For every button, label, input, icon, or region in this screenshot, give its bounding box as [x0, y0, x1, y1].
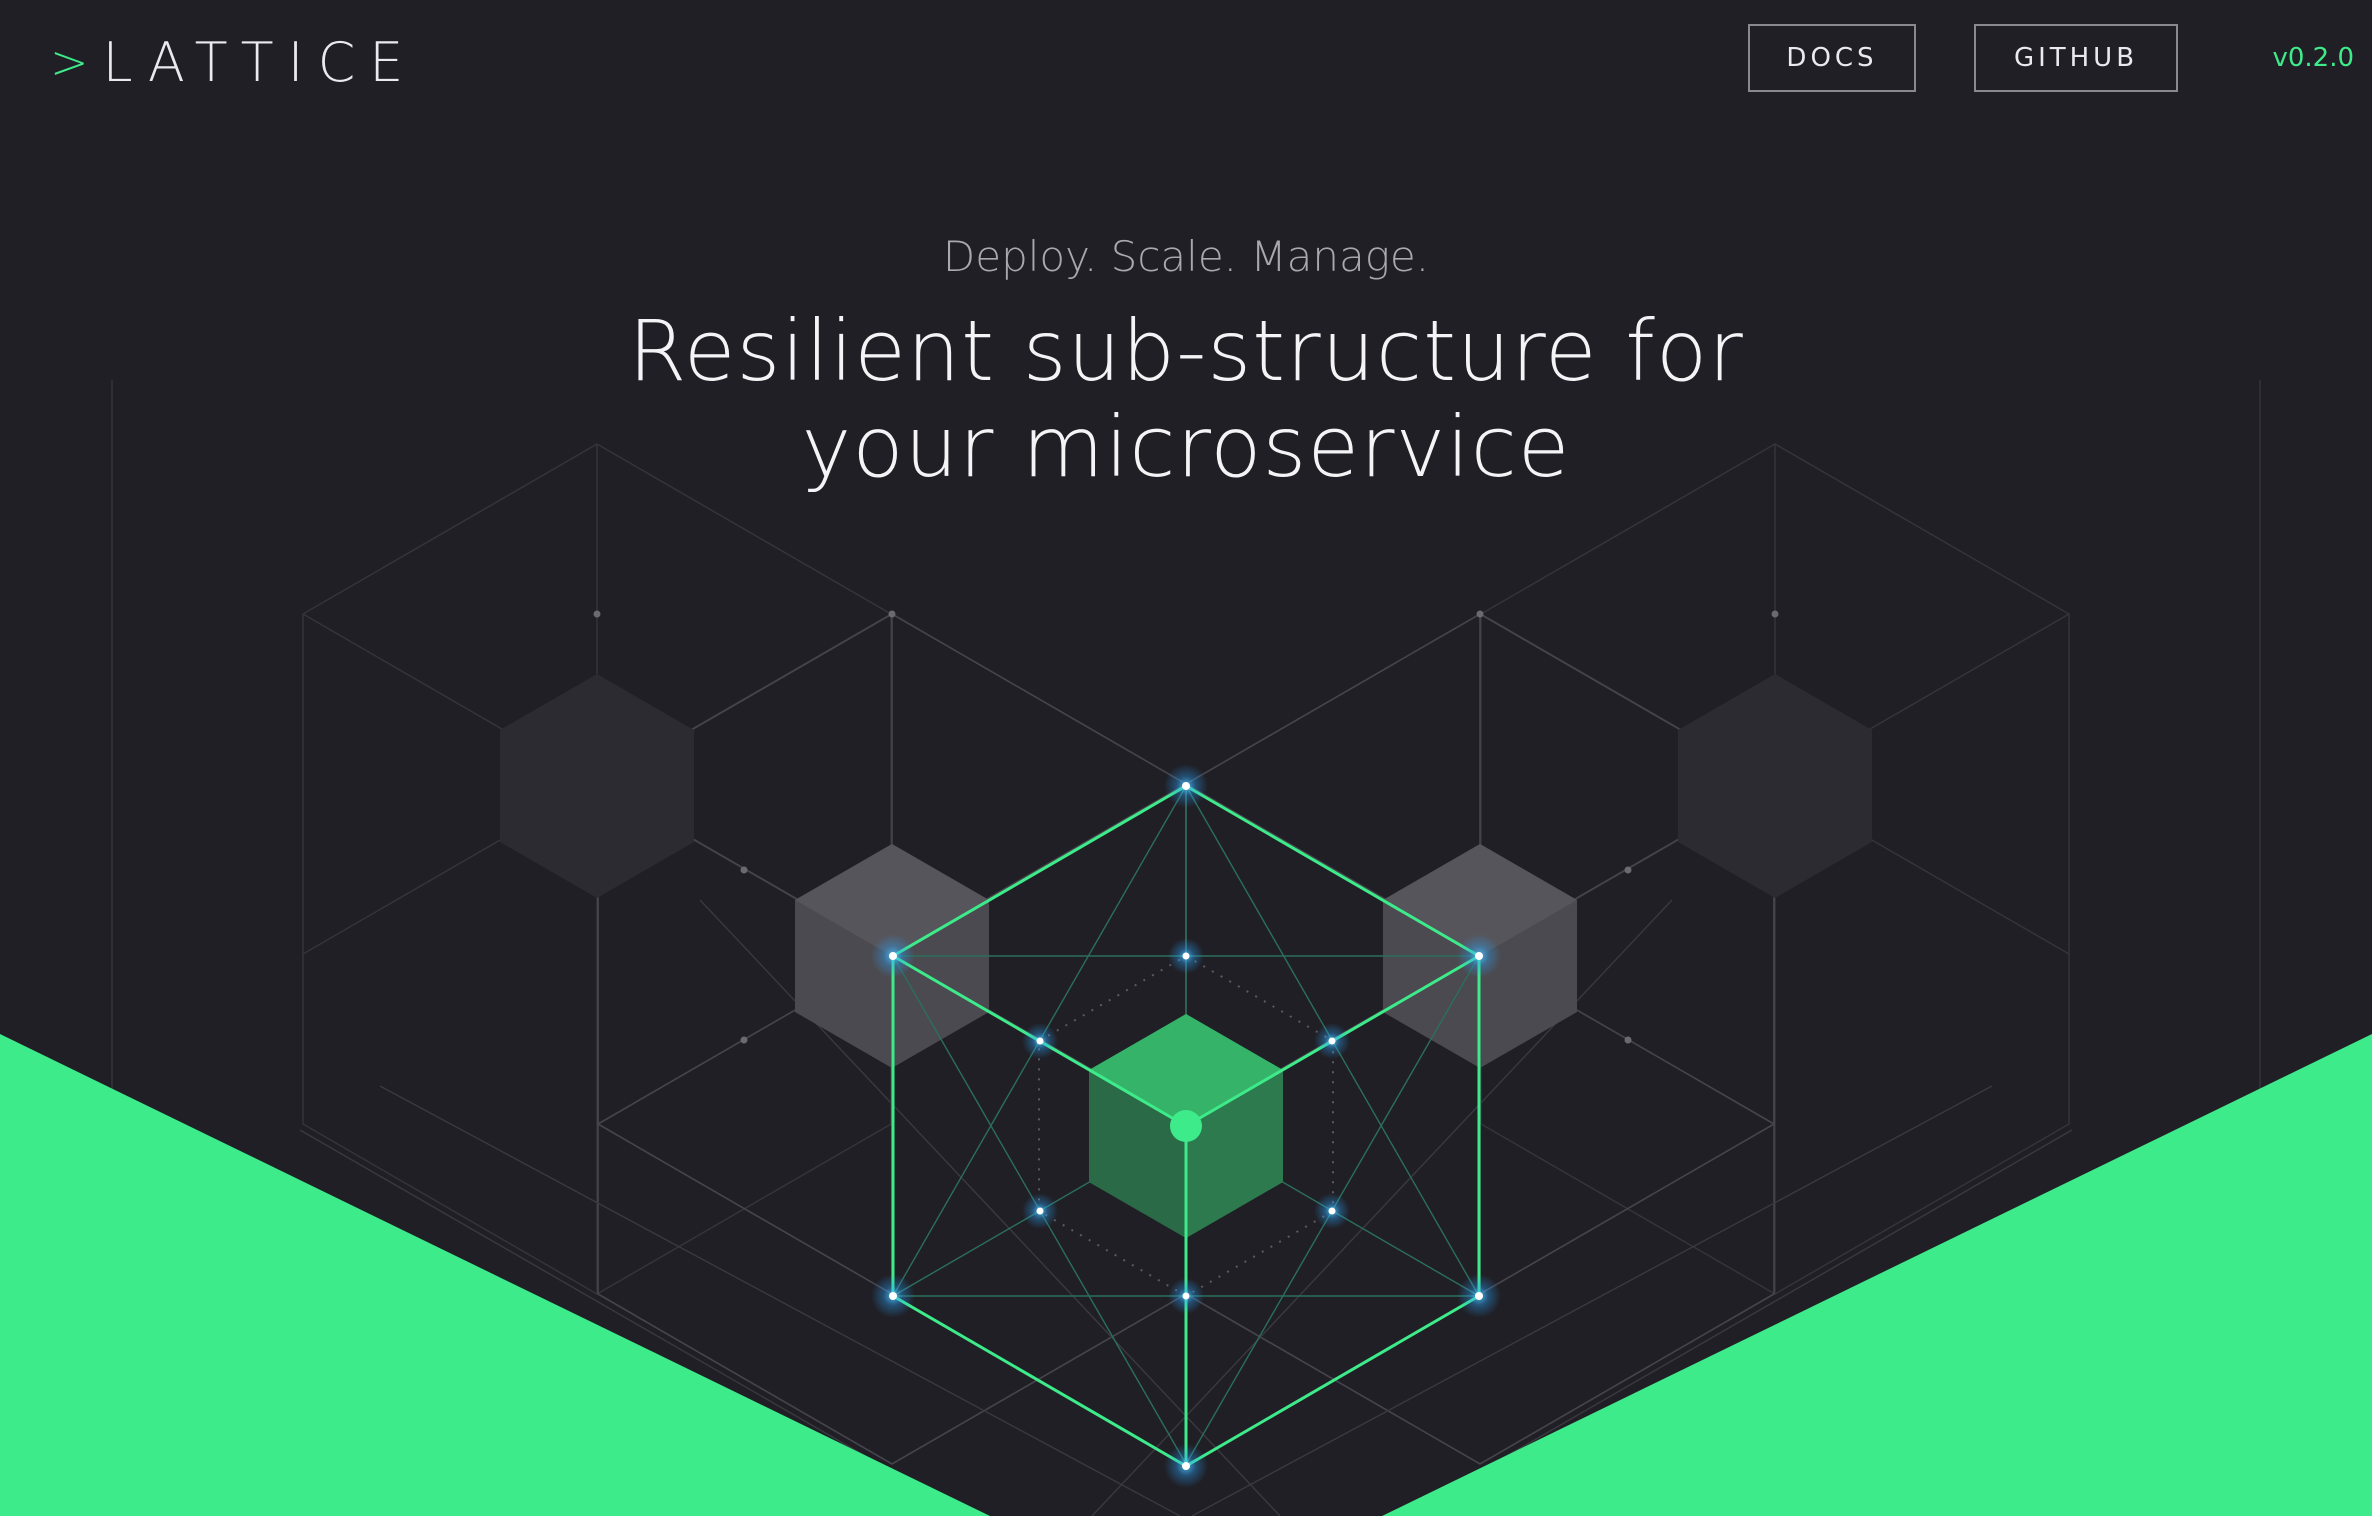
green-wedge-right: [1382, 1034, 2372, 1516]
hero-headline-line1: Resilient sub-structure for: [628, 302, 1744, 400]
top-nav: > LATTICE DOCS GITHUB v0.2.0: [0, 0, 2372, 120]
github-button[interactable]: GITHUB: [1974, 24, 2178, 92]
docs-button[interactable]: DOCS: [1748, 24, 1916, 92]
green-wedge-left: [0, 1034, 990, 1516]
version-link[interactable]: v0.2.0: [2230, 24, 2354, 92]
hero-headline-line2: your microservice: [801, 398, 1571, 496]
logo-link[interactable]: > LATTICE: [50, 30, 417, 94]
hero-tagline: Deploy. Scale. Manage.: [942, 232, 1430, 281]
lattice-cube-illustration: [0, 380, 2372, 1516]
logo-text: LATTICE: [102, 30, 418, 94]
logo-caret-icon: >: [50, 35, 89, 89]
landing-page: > LATTICE DOCS GITHUB v0.2.0 Deploy. Sca…: [0, 0, 2372, 1516]
